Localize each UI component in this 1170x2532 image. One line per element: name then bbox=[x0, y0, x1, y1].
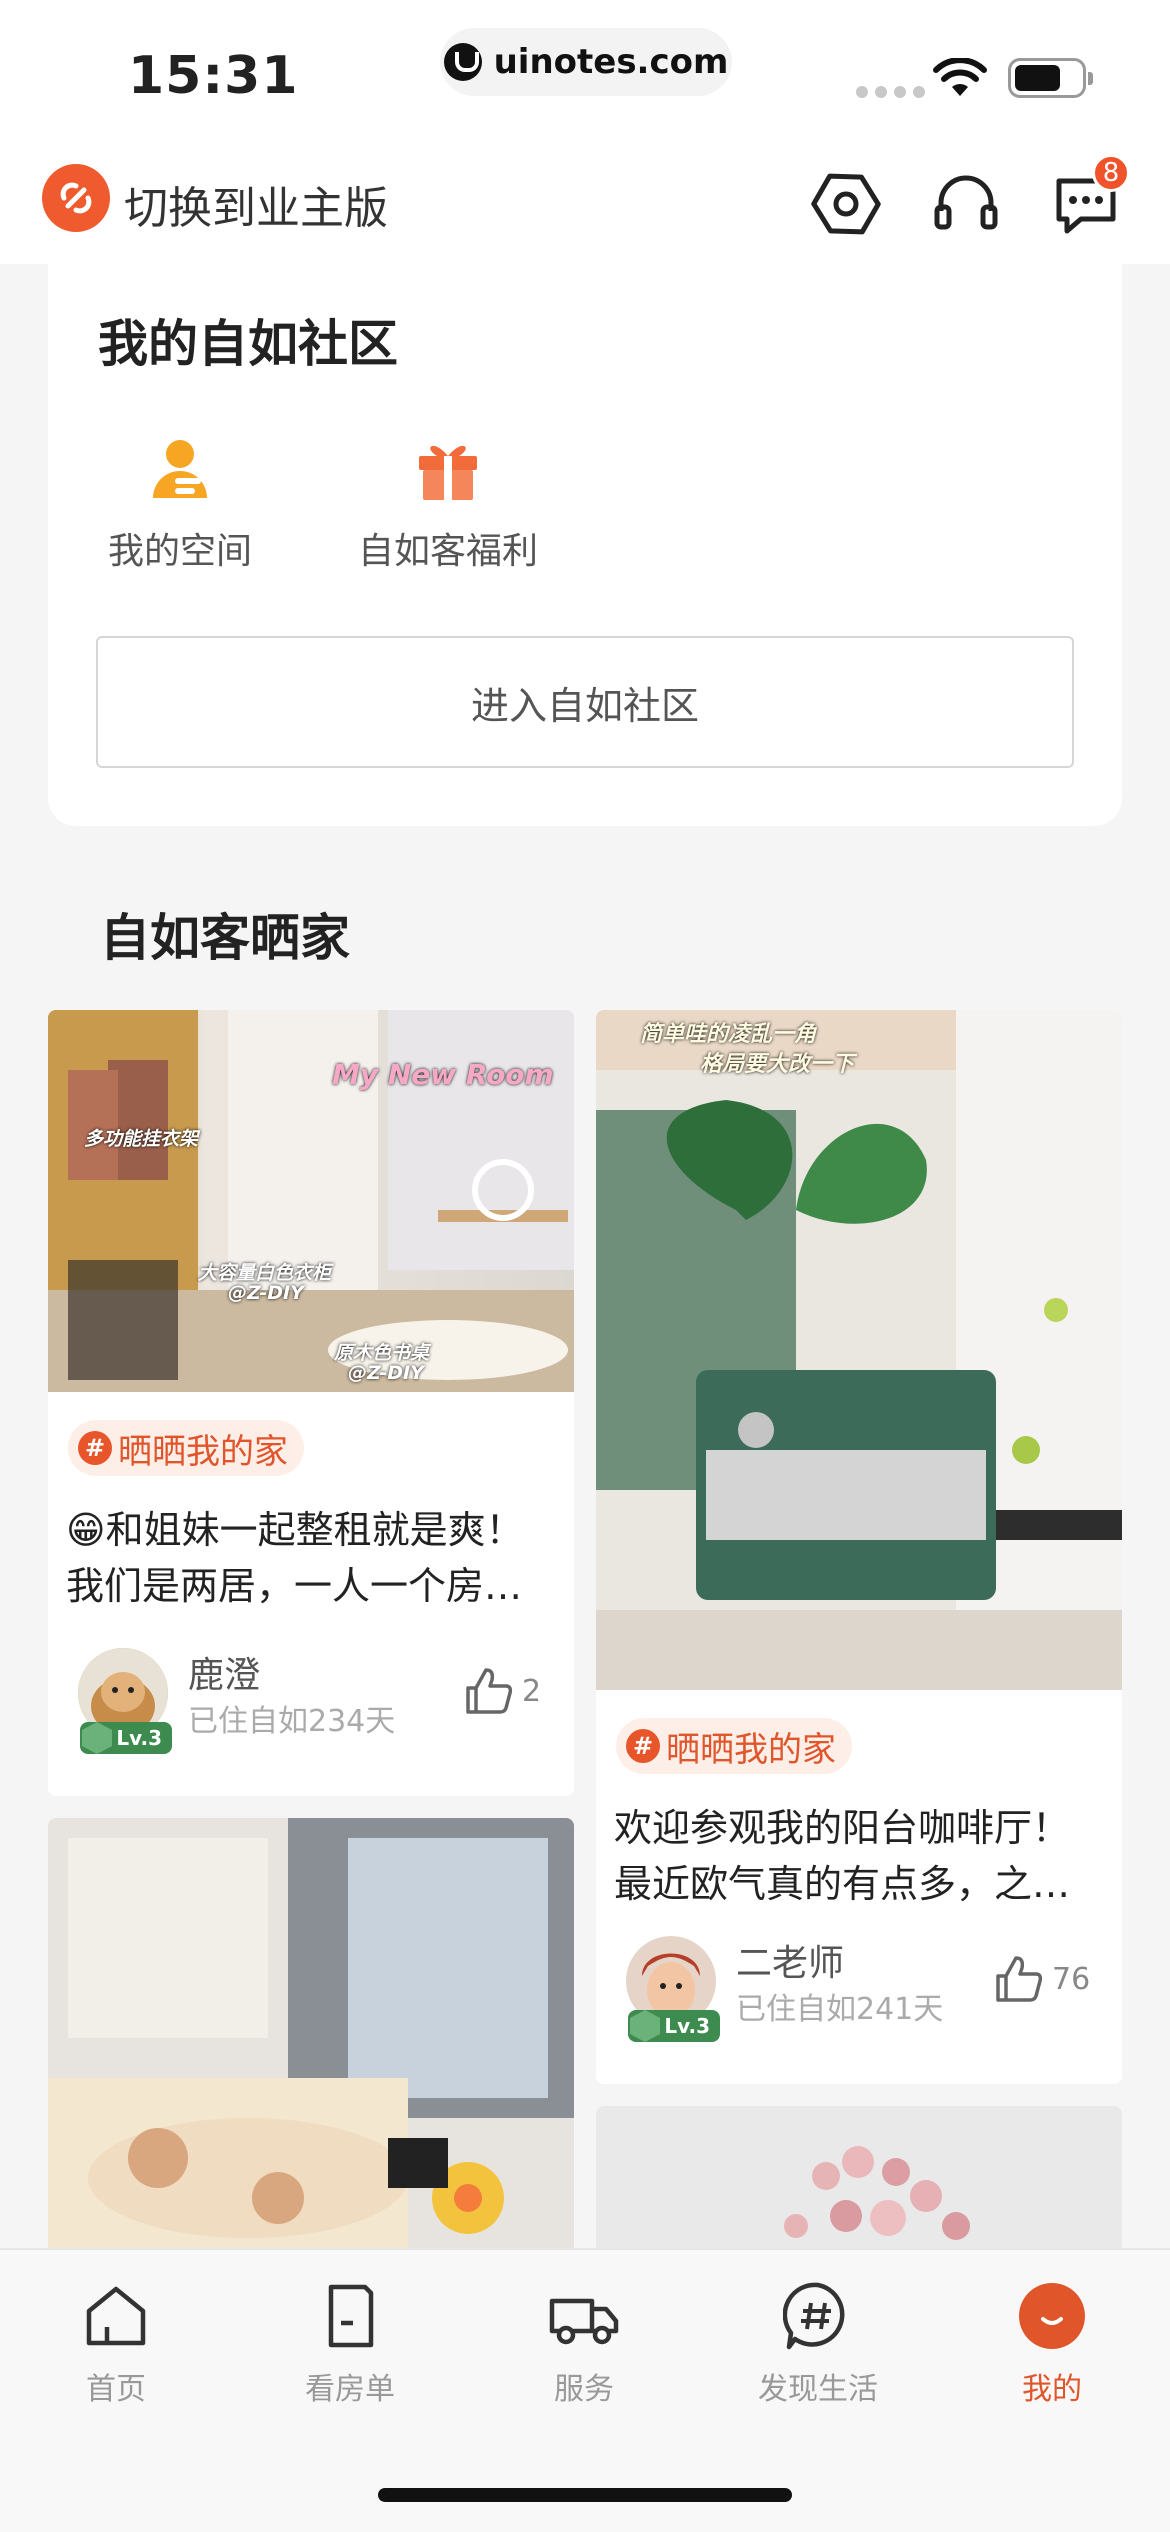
shortcut-label: 自如客福利 bbox=[357, 531, 538, 572]
feed-card[interactable]: My New Room 多功能挂衣架 大容量白色衣柜 @Z-DIY 原木色书桌 … bbox=[48, 1010, 574, 1796]
tab-label: 发现生活 bbox=[758, 2372, 878, 2407]
photo-caption: @Z-DIY bbox=[228, 1282, 304, 1304]
tag-label: 晒晒我的家 bbox=[118, 1431, 288, 1472]
list-icon bbox=[314, 2280, 386, 2352]
url-text: uinotes.com bbox=[493, 42, 729, 82]
topic-tag[interactable]: # 晒晒我的家 bbox=[68, 1420, 304, 1476]
tab-viewing-list[interactable]: 看房单 bbox=[260, 2280, 440, 2408]
tab-discover[interactable]: 发现生活 bbox=[728, 2280, 908, 2408]
tab-label: 首页 bbox=[86, 2372, 146, 2407]
photo-caption: @Z-DIY bbox=[348, 1362, 424, 1384]
hashtag-icon bbox=[782, 2280, 854, 2352]
user-name[interactable]: 鹿澄 bbox=[188, 1646, 260, 1698]
top-header: 切换到业主版 8 bbox=[0, 140, 1170, 264]
photo-caption: 原木色书桌 bbox=[334, 1342, 430, 1364]
shortcut-benefits[interactable]: 自如客福利 bbox=[348, 434, 548, 574]
thumbs-up-icon bbox=[466, 1668, 513, 1714]
topic-tag[interactable]: # 晒晒我的家 bbox=[616, 1718, 852, 1774]
switch-to-owner-link[interactable]: 切换到业主版 bbox=[124, 172, 388, 236]
hashtag-icon: # bbox=[626, 1729, 660, 1763]
enter-community-button[interactable]: 进入自如社区 bbox=[96, 636, 1074, 768]
thumbs-up-icon bbox=[996, 1956, 1043, 2002]
stay-days: 已住自如234天 bbox=[188, 1704, 396, 1739]
photo-caption: 简单哇的凌乱一角 bbox=[640, 1022, 817, 1047]
wifi-icon bbox=[933, 58, 987, 96]
status-bar: 15:31 uinotes.com bbox=[0, 0, 1170, 140]
headset-icon[interactable] bbox=[930, 168, 1002, 240]
feed-title: 自如客晒家 bbox=[100, 909, 350, 967]
settings-hexagon-icon[interactable] bbox=[810, 168, 882, 240]
photo-caption: My New Room bbox=[332, 1058, 554, 1091]
tab-label: 看房单 bbox=[305, 2372, 395, 2407]
like-count: 76 bbox=[1052, 1961, 1091, 1997]
community-title: 我的自如社区 bbox=[98, 315, 398, 373]
gift-icon bbox=[413, 434, 483, 504]
hashtag-icon: # bbox=[78, 1431, 112, 1465]
room-photo bbox=[596, 1010, 1122, 1690]
photo-caption: 大容量白色衣柜 bbox=[198, 1262, 332, 1284]
post-excerpt: 最近欧气真的有点多，之前一直想要... bbox=[614, 1862, 1104, 1906]
signal-icon bbox=[856, 86, 925, 98]
feed-card[interactable]: 简单哇的凌乱一角 格局要大改一下 # 晒晒我的家 欢迎参观我的阳台咖啡厅！ 最近… bbox=[596, 1010, 1122, 2084]
status-time: 15:31 bbox=[128, 46, 299, 106]
like-button[interactable]: 76 bbox=[994, 1954, 1090, 2004]
like-count: 2 bbox=[522, 1673, 542, 1709]
post-excerpt: 我们是两居，一人一个房间，还有一个... bbox=[66, 1564, 556, 1608]
room-photo bbox=[596, 2106, 1122, 2266]
home-indicator bbox=[378, 2488, 792, 2502]
battery-icon bbox=[1008, 58, 1093, 98]
tab-home[interactable]: 首页 bbox=[26, 2280, 206, 2408]
stay-days: 已住自如241天 bbox=[736, 1992, 944, 2027]
tab-label: 我的 bbox=[1022, 2372, 1082, 2407]
level-badge: Lv.3 bbox=[628, 2010, 720, 2042]
tab-services[interactable]: 服务 bbox=[494, 2280, 674, 2408]
home-icon bbox=[80, 2280, 152, 2352]
profile-icon bbox=[1016, 2280, 1088, 2352]
site-icon bbox=[443, 43, 482, 81]
post-title: 欢迎参观我的阳台咖啡厅！ bbox=[614, 1806, 1071, 1850]
message-icon[interactable]: 8 bbox=[1050, 154, 1130, 240]
ziroom-logo-icon[interactable] bbox=[42, 164, 110, 232]
tab-label: 服务 bbox=[554, 2372, 614, 2407]
photo-caption: 格局要大改一下 bbox=[700, 1052, 855, 1077]
message-badge: 8 bbox=[1092, 154, 1130, 192]
photo-caption: 多功能挂衣架 bbox=[84, 1128, 199, 1150]
post-title: 😁和姐妹一起整租就是爽！ bbox=[66, 1508, 524, 1552]
tag-label: 晒晒我的家 bbox=[666, 1729, 836, 1770]
like-button[interactable]: 2 bbox=[464, 1666, 541, 1716]
community-card: 我的自如社区 我的空间 自如客福利 进入自如社区 bbox=[48, 264, 1122, 826]
shortcut-my-space[interactable]: 我的空间 bbox=[80, 434, 280, 574]
tab-mine[interactable]: 我的 bbox=[962, 2280, 1142, 2408]
feed-card[interactable] bbox=[48, 1818, 574, 2258]
truck-icon bbox=[548, 2280, 620, 2352]
user-space-icon bbox=[145, 434, 215, 504]
level-badge: Lv.3 bbox=[80, 1722, 172, 1754]
shortcut-label: 我的空间 bbox=[107, 531, 252, 572]
room-photo bbox=[48, 1818, 574, 2258]
url-pill[interactable]: uinotes.com bbox=[440, 28, 732, 96]
feed-card[interactable] bbox=[596, 2106, 1122, 2266]
user-name[interactable]: 二老师 bbox=[736, 1934, 844, 1986]
